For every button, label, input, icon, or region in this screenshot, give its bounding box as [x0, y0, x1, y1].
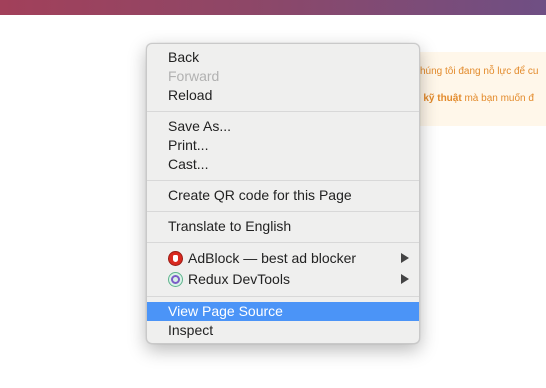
menu-item-label: Save As...: [168, 118, 232, 134]
menu-item-label: Create QR code for this Page: [168, 187, 352, 203]
menu-item-label: Inspect: [168, 322, 214, 338]
menu-separator: [147, 211, 419, 212]
menu-item-view-page-source[interactable]: View Page Source: [147, 302, 419, 321]
menu-separator: [147, 242, 419, 243]
menu-item-cast[interactable]: Cast...: [147, 155, 419, 174]
menu-item-label: Translate to English: [168, 218, 292, 234]
notice-text-rest: mà bạn muốn đ: [461, 93, 534, 104]
menu-item-label: Back: [168, 49, 200, 65]
notice-bold-text: kỹ thuật: [423, 93, 462, 104]
menu-item-inspect[interactable]: Inspect: [147, 321, 419, 340]
menu-item-label: Reload: [168, 87, 213, 103]
menu-item-label: Redux DevTools: [188, 271, 290, 287]
submenu-arrow-icon: [401, 253, 409, 263]
menu-item-label: View Page Source: [168, 303, 283, 319]
menu-separator: [147, 296, 419, 297]
menu-separator: [147, 111, 419, 112]
menu-item-label: Cast...: [168, 156, 209, 172]
menu-item-label: Forward: [168, 68, 220, 84]
page-header-banner: [0, 0, 546, 15]
menu-separator: [147, 180, 419, 181]
menu-item-back[interactable]: Back: [147, 48, 419, 67]
menu-item-translate[interactable]: Translate to English: [147, 217, 419, 236]
menu-item-reload[interactable]: Reload: [147, 86, 419, 105]
menu-item-save-as[interactable]: Save As...: [147, 117, 419, 136]
menu-item-label: Print...: [168, 137, 209, 153]
menu-item-redux-devtools[interactable]: Redux DevTools: [147, 270, 419, 289]
context-menu: Back Forward Reload Save As... Print... …: [146, 43, 420, 344]
page-notice-box: chúng tôi đang nỗ lực để cu ề kỹ thuật m…: [405, 52, 546, 126]
browser-page: chúng tôi đang nỗ lực để cu ề kỹ thuật m…: [0, 0, 546, 388]
menu-item-forward: Forward: [147, 67, 419, 86]
adblock-icon: [168, 251, 183, 266]
menu-item-create-qr-code[interactable]: Create QR code for this Page: [147, 186, 419, 205]
notice-text-line-2: ề kỹ thuật mà bạn muốn đ: [415, 93, 534, 104]
notice-text-line-1: chúng tôi đang nỗ lực để cu: [415, 66, 539, 77]
menu-item-adblock[interactable]: AdBlock — best ad blocker: [147, 249, 419, 268]
submenu-arrow-icon: [401, 274, 409, 284]
menu-item-label: AdBlock — best ad blocker: [188, 250, 357, 266]
menu-item-print[interactable]: Print...: [147, 136, 419, 155]
redux-devtools-icon: [168, 272, 183, 287]
